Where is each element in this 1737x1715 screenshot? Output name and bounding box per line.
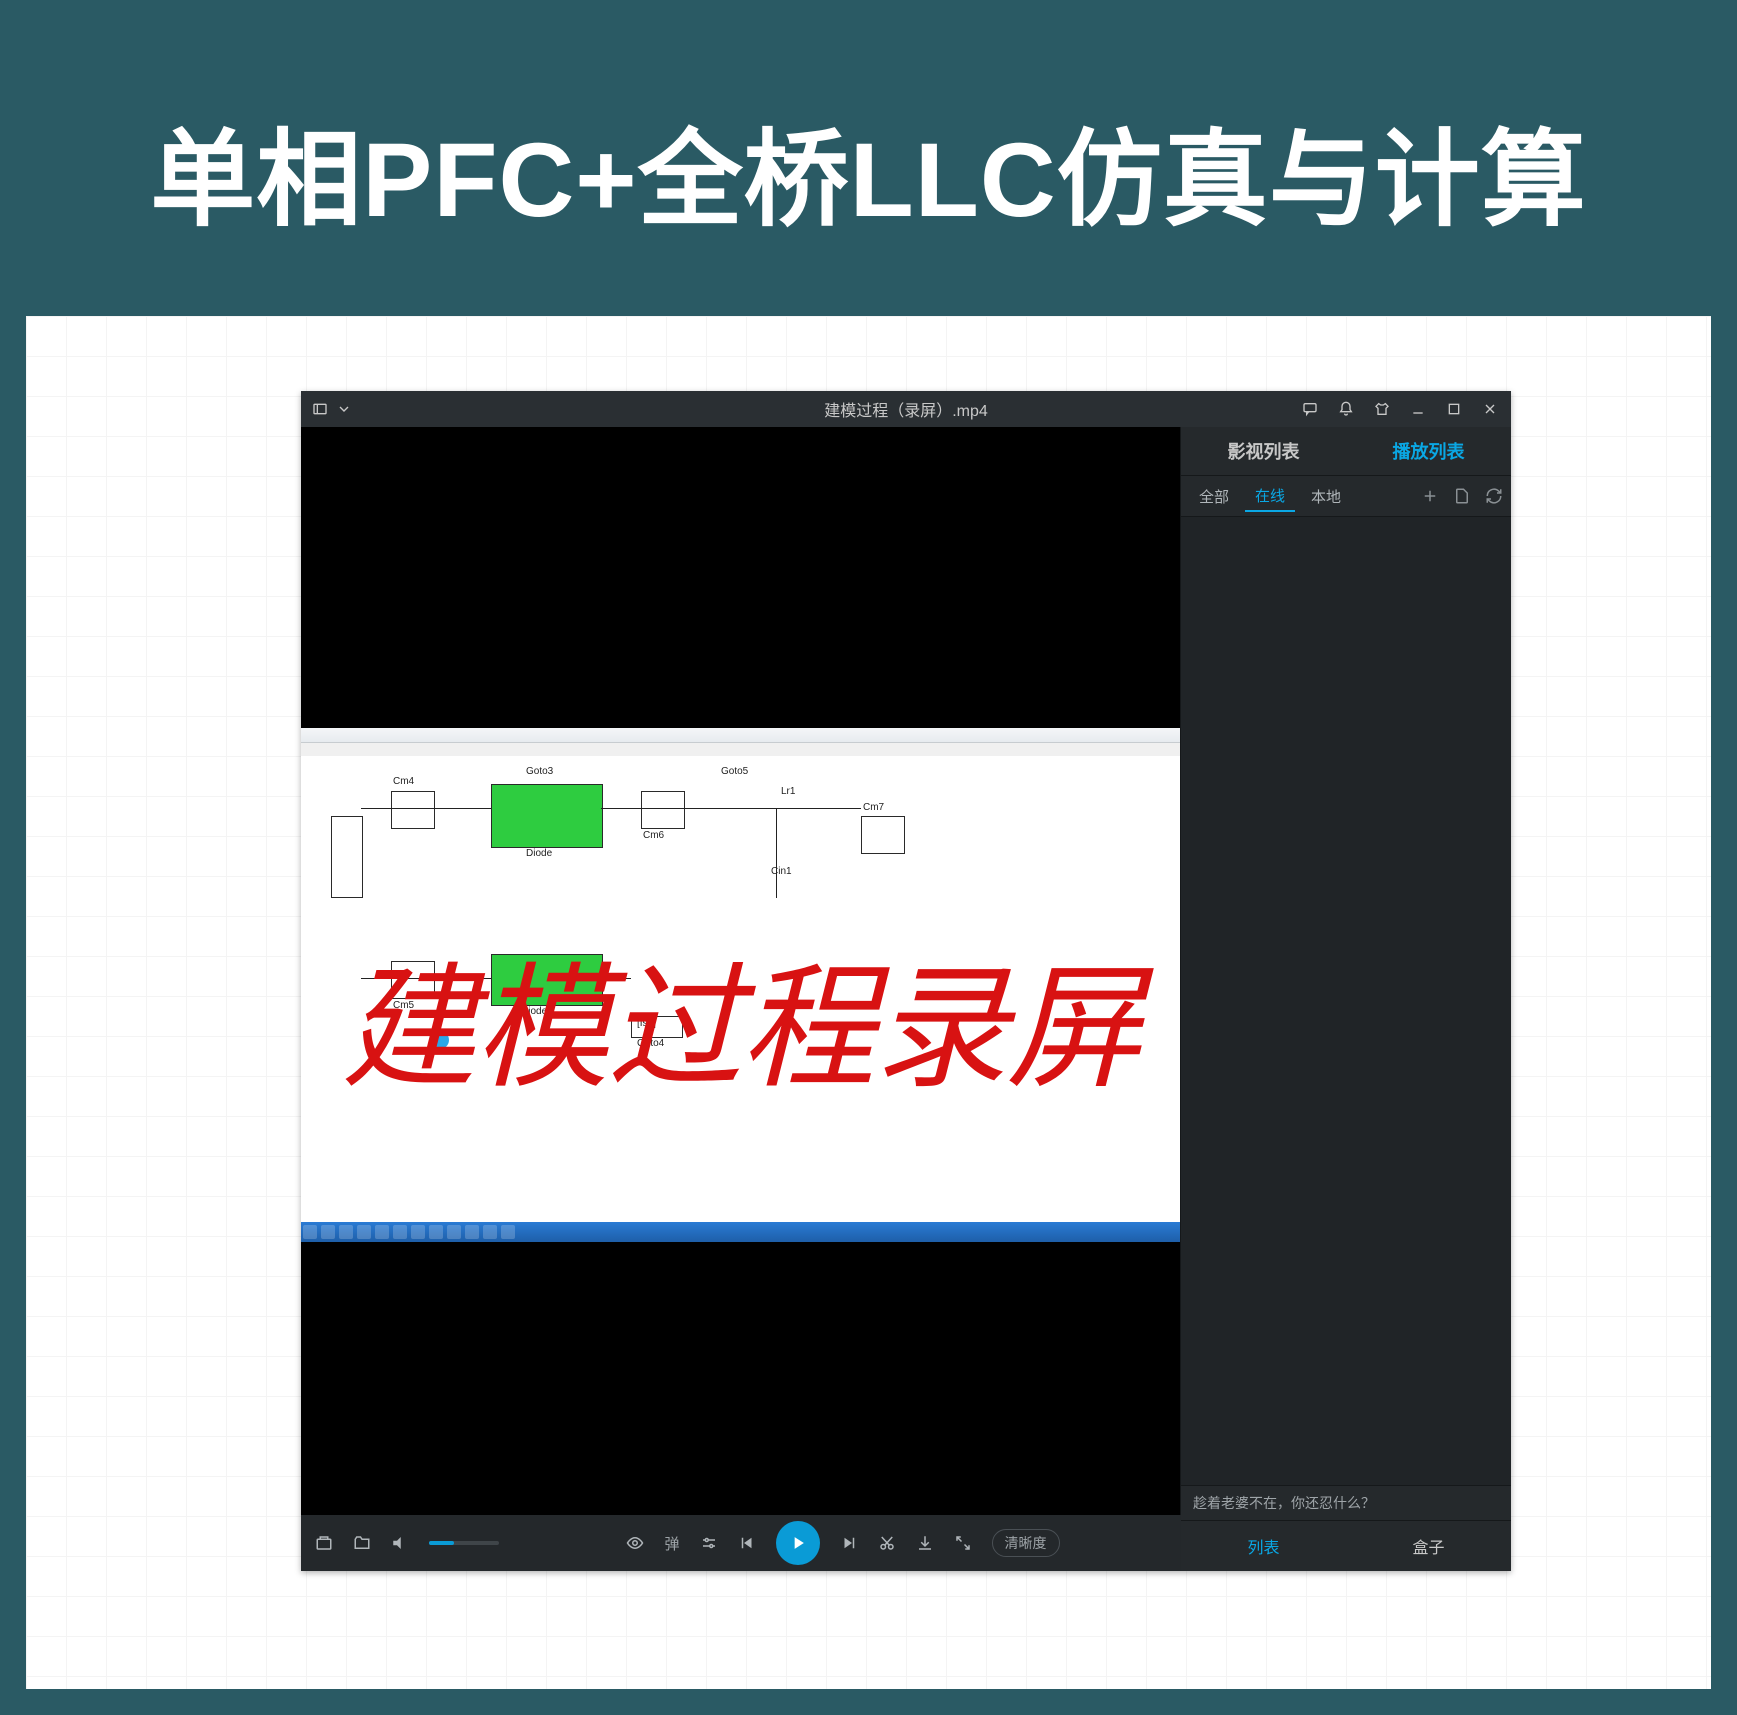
tab-movies[interactable]: 影视列表 (1181, 427, 1346, 475)
goto5-label: Goto5 (721, 766, 748, 777)
minimize-icon[interactable] (1409, 400, 1427, 418)
danmu-toggle[interactable]: 弹 (664, 1533, 679, 1554)
add-icon[interactable] (1421, 487, 1439, 505)
diode1-block (491, 954, 603, 1006)
cm6-block (641, 791, 685, 829)
next-track-icon[interactable] (840, 1534, 858, 1552)
eye-icon[interactable] (626, 1534, 644, 1552)
quality-button[interactable]: 清晰度 (992, 1529, 1060, 1557)
cm7-label: Cm7 (863, 802, 884, 813)
tab-playlist[interactable]: 播放列表 (1346, 427, 1511, 475)
control-bar: 弹 清晰度 (301, 1515, 1181, 1571)
maximize-icon[interactable] (1445, 400, 1463, 418)
cm4-block (391, 791, 435, 829)
diode-block (491, 784, 603, 848)
cin1-label: Cin1 (771, 866, 792, 877)
video-area[interactable]: Cm4 Goto3 Diode Goto5 Cm6 Lr1 Cin1 Cm (301, 427, 1180, 1571)
refresh-icon[interactable] (1485, 487, 1503, 505)
simulink-screenshot: Cm4 Goto3 Diode Goto5 Cm6 Lr1 Cin1 Cm (301, 728, 1180, 1241)
goto3-label: Goto3 (526, 766, 553, 777)
banner: 单相PFC+全桥LLC仿真与计算 (26, 26, 1711, 316)
settings-sliders-icon[interactable] (700, 1534, 718, 1552)
cm7-block (861, 816, 905, 854)
video-frame: Cm4 Goto3 Diode Goto5 Cm6 Lr1 Cin1 Cm (301, 427, 1180, 1543)
titlebar: 建模过程（录屏）.mp4 (301, 391, 1511, 427)
is2-label: [Is2] (637, 1018, 656, 1029)
skin-icon[interactable] (1373, 400, 1391, 418)
cm5-block (391, 961, 435, 999)
banner-title: 单相PFC+全桥LLC仿真与计算 (150, 95, 1586, 247)
subtab-online[interactable]: 在线 (1245, 481, 1295, 512)
library-icon[interactable] (315, 1534, 333, 1552)
subtab-local[interactable]: 本地 (1301, 482, 1351, 511)
app-menu-icon[interactable] (311, 400, 329, 418)
sidebar: 影视列表 播放列表 全部 在线 本地 趁着老婆不在，你 (1180, 427, 1511, 1571)
bell-icon[interactable] (1337, 400, 1355, 418)
media-player-window: 建模过程（录屏）.mp4 (301, 391, 1511, 1571)
prev-track-icon[interactable] (738, 1534, 756, 1552)
windows-taskbar (301, 1222, 1180, 1242)
cursor-highlight-dot (431, 1031, 449, 1049)
sidebar-primary-tabs: 影视列表 播放列表 (1181, 427, 1511, 475)
lr1-label: Lr1 (781, 786, 795, 797)
bottom-tab-list[interactable]: 列表 (1181, 1521, 1346, 1571)
sidebar-secondary-tabs: 全部 在线 本地 (1181, 475, 1511, 517)
fullscreen-icon[interactable] (954, 1534, 972, 1552)
subtab-all[interactable]: 全部 (1189, 482, 1239, 511)
volume-icon[interactable] (391, 1534, 409, 1552)
snip-icon[interactable] (878, 1534, 896, 1552)
volume-slider[interactable] (429, 1541, 499, 1545)
bottom-tab-box[interactable]: 盒子 (1346, 1521, 1511, 1571)
goto4-label: Goto4 (637, 1038, 664, 1049)
cm4-label: Cm4 (393, 776, 414, 787)
transformer-block (331, 816, 363, 898)
open-folder-icon[interactable] (353, 1534, 371, 1552)
playlist-body (1181, 517, 1511, 1485)
new-file-icon[interactable] (1453, 487, 1471, 505)
diode-label: Diode (526, 848, 552, 859)
comment-icon[interactable] (1301, 400, 1319, 418)
play-button[interactable] (776, 1521, 820, 1565)
download-icon[interactable] (916, 1534, 934, 1552)
content-panel: 建模过程（录屏）.mp4 (26, 316, 1711, 1689)
chevron-down-icon[interactable] (335, 400, 353, 418)
cm5-label: Cm5 (393, 1000, 414, 1011)
promo-text[interactable]: 趁着老婆不在，你还忍什么？ (1181, 1485, 1511, 1520)
diode1-label: Diode1 (521, 1006, 553, 1017)
cm6-label: Cm6 (643, 830, 664, 841)
sidebar-bottom-tabs: 列表 盒子 (1181, 1520, 1511, 1571)
close-icon[interactable] (1481, 400, 1499, 418)
